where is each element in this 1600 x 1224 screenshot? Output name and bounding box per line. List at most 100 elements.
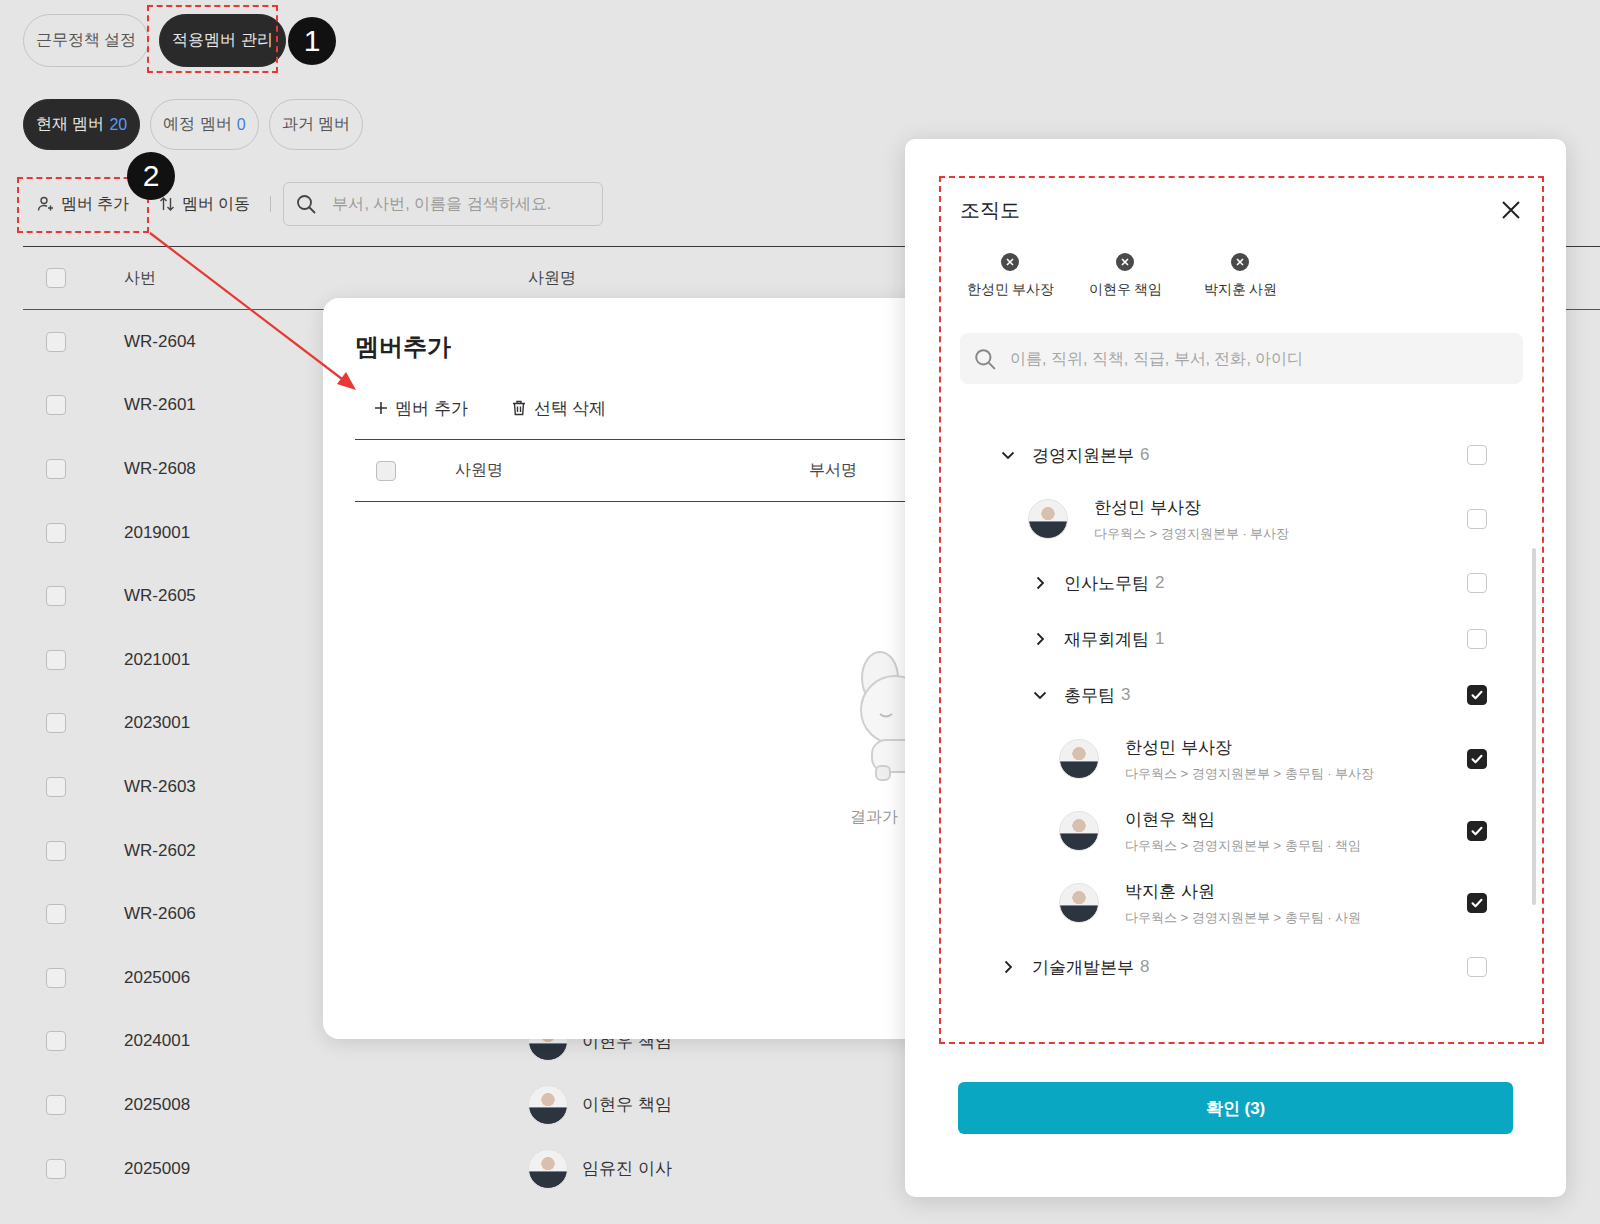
remove-icon[interactable] (1229, 251, 1251, 273)
department-node[interactable]: 기술개발본부 8 (941, 939, 1542, 995)
move-member-button[interactable]: 멤버 이동 (158, 194, 250, 215)
checkbox[interactable] (46, 650, 66, 670)
department-name: 재무회계팀 (1064, 628, 1149, 651)
checkbox[interactable] (46, 523, 66, 543)
chip-name: 한성민 부사장 (967, 281, 1055, 299)
checkbox[interactable] (376, 461, 396, 481)
policy-tab[interactable]: 적용멤버 관리 (159, 14, 285, 67)
checkbox[interactable] (1467, 821, 1487, 841)
department-node[interactable]: 경영지원본부 6 (941, 427, 1542, 483)
checkbox[interactable] (1467, 957, 1487, 977)
tab-label: 현재 멤버 (36, 114, 104, 135)
person-path: 다우웍스 > 경영지원본부 · 부사장 (1094, 525, 1467, 543)
org-search[interactable] (960, 333, 1523, 384)
person-node[interactable]: 이현우 책임다우웍스 > 경영지원본부 > 총무팀 · 책임 (941, 795, 1542, 867)
avatar-photo (528, 1149, 568, 1189)
avatar-photo (1059, 811, 1099, 851)
checkbox[interactable] (46, 586, 66, 606)
checkbox[interactable] (1467, 685, 1487, 705)
checkbox[interactable] (46, 1031, 66, 1051)
avatar-photo (1059, 739, 1099, 779)
employee-id: 2025009 (124, 1159, 528, 1179)
button-label: 선택 삭제 (534, 397, 607, 420)
confirm-button[interactable]: 확인 (3) (958, 1082, 1513, 1134)
department-node[interactable]: 인사노무팀2 (941, 555, 1542, 611)
chevron-icon[interactable] (1032, 575, 1048, 591)
add-member-button[interactable]: 멤버 추가 (373, 397, 468, 420)
checkbox[interactable] (46, 1095, 66, 1115)
tab-count: 0 (237, 116, 246, 134)
checkbox[interactable] (1467, 445, 1487, 465)
remove-icon[interactable] (999, 251, 1021, 273)
avatar-photo (1059, 883, 1099, 923)
person-name: 한성민 부사장 (1125, 736, 1467, 759)
department-node[interactable]: 총무팀3 (941, 667, 1542, 723)
org-tree: 경영지원본부6한성민 부사장다우웍스 > 경영지원본부 · 부사장인사노무팀2재… (941, 427, 1542, 995)
member-search[interactable] (283, 182, 603, 226)
panel-header: 조직도 (960, 196, 1523, 224)
search-icon (974, 348, 996, 370)
person-name: 한성민 부사장 (1094, 496, 1467, 519)
checkbox[interactable] (46, 841, 66, 861)
checkbox[interactable] (46, 777, 66, 797)
policy-tab[interactable]: 근무정책 설정 (23, 14, 149, 67)
checkbox[interactable] (46, 1159, 66, 1179)
search-icon (296, 194, 316, 214)
member-tab[interactable]: 과거 멤버 (269, 99, 363, 150)
tab-label: 과거 멤버 (282, 114, 350, 135)
person-plus-icon (37, 195, 55, 213)
checkbox[interactable] (1467, 629, 1487, 649)
avatar-photo (528, 1085, 568, 1125)
member-count: 8 (1140, 957, 1149, 977)
checkbox[interactable] (1467, 749, 1487, 769)
add-member-button[interactable]: 멤버 추가 (23, 194, 158, 215)
checkbox[interactable] (46, 904, 66, 924)
employee-name: 이현우 책임 (582, 1093, 672, 1116)
checkbox[interactable] (46, 268, 66, 288)
tab-label: 근무정책 설정 (36, 30, 136, 51)
tab-count: 20 (109, 116, 127, 134)
member-tab[interactable]: 현재 멤버 20 (23, 99, 140, 150)
chip-name: 박지훈 사원 (1204, 281, 1278, 299)
column-header: 사원명 (455, 460, 809, 481)
department-node[interactable]: 재무회계팀1 (941, 611, 1542, 667)
checkbox[interactable] (1467, 893, 1487, 913)
department-name: 기술개발본부 (1032, 956, 1134, 979)
department-name: 인사노무팀 (1064, 572, 1149, 595)
checkbox[interactable] (46, 459, 66, 479)
search-input[interactable] (1008, 349, 1509, 369)
toolbar-divider (270, 196, 271, 212)
checkbox[interactable] (46, 713, 66, 733)
member-count: 6 (1140, 445, 1149, 465)
search-input[interactable] (330, 194, 590, 214)
chevron-icon[interactable] (1032, 687, 1048, 703)
policy-tabs: 근무정책 설정 적용멤버 관리 (23, 14, 1600, 67)
checkbox[interactable] (1467, 509, 1487, 529)
button-label: 멤버 추가 (61, 194, 129, 215)
chevron-icon[interactable] (1000, 447, 1016, 463)
member-tab[interactable]: 예정 멤버0 (150, 99, 258, 150)
annotation-box (147, 5, 278, 73)
remove-icon[interactable] (1114, 251, 1136, 273)
person-node[interactable]: 박지훈 사원다우웍스 > 경영지원본부 > 총무팀 · 사원 (941, 867, 1542, 939)
scrollbar (1532, 548, 1536, 905)
avatar-photo (1028, 499, 1068, 539)
department-name: 경영지원본부 (1032, 444, 1134, 467)
checkbox[interactable] (46, 395, 66, 415)
plus-icon (373, 400, 389, 416)
delete-selected-button[interactable]: 선택 삭제 (510, 397, 607, 420)
selected-members: 한성민 부사장 이현우 책임박지훈 사원 (953, 255, 1542, 299)
org-chart-panel: 조직도한성민 부사장이현우 책임박지훈 사원경영지원본부6한성민 부사장다우웍스… (905, 139, 1566, 1197)
member-count: 3 (1121, 685, 1130, 705)
selected-chip: 이현우 책임 (1068, 255, 1183, 299)
chevron-icon[interactable] (1000, 959, 1016, 975)
person-node[interactable]: 한성민 부사장다우웍스 > 경영지원본부 · 부사장 (941, 483, 1542, 555)
checkbox[interactable] (46, 968, 66, 988)
checkbox[interactable] (1467, 573, 1487, 593)
person-node[interactable]: 한성민 부사장다우웍스 > 경영지원본부 > 총무팀 · 부사장 (941, 723, 1542, 795)
person-path: 다우웍스 > 경영지원본부 > 총무팀 · 부사장 (1125, 765, 1467, 783)
checkbox[interactable] (46, 332, 66, 352)
column-header: 사번 (124, 268, 528, 289)
chevron-icon[interactable] (1032, 631, 1048, 647)
close-icon[interactable] (1499, 198, 1523, 222)
